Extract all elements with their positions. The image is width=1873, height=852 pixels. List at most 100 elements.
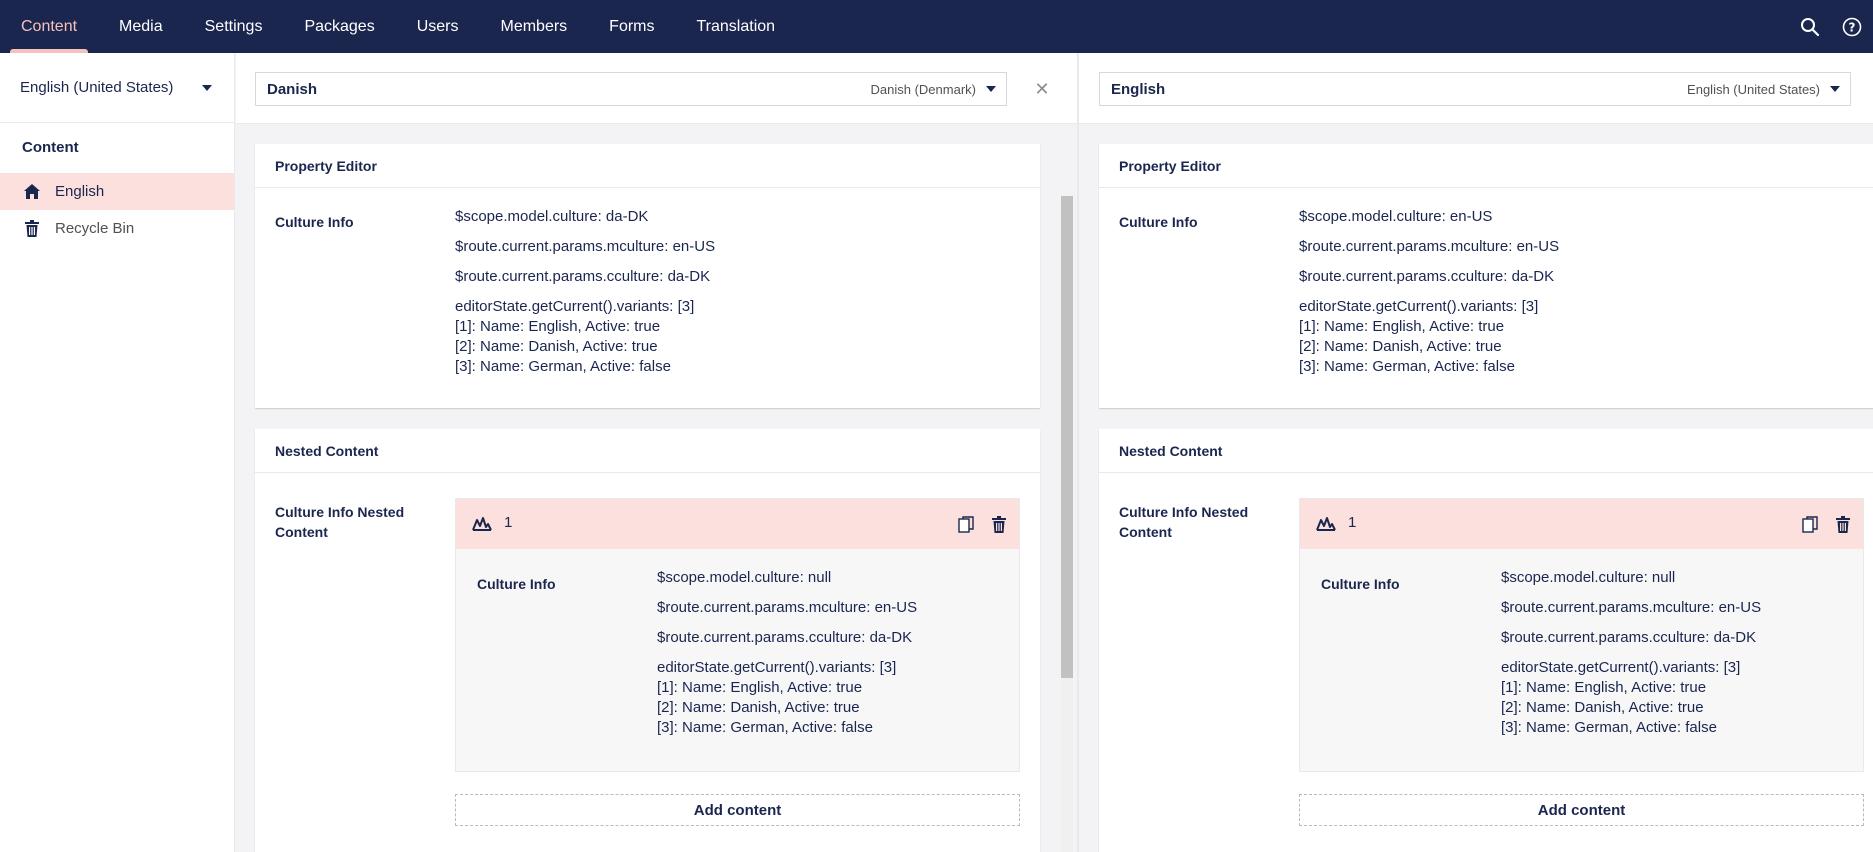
add-content-button[interactable]: Add content	[455, 794, 1020, 826]
property-label: Culture Info	[275, 214, 354, 230]
nav-members[interactable]: Members	[479, 0, 588, 53]
value-line: editorState.getCurrent().variants: [3]	[1299, 298, 1539, 315]
tree-item-recycle-bin[interactable]: Recycle Bin	[0, 210, 234, 247]
variant-culture: English (United States)	[1687, 81, 1820, 97]
property-label: Culture Info	[477, 576, 556, 592]
trash-icon	[22, 219, 42, 239]
value-line: [1]: Name: English, Active: true	[1501, 679, 1707, 696]
value-line: $route.current.params.cculture: da-DK	[1501, 629, 1757, 646]
group-title: Nested Content	[255, 429, 1040, 473]
property-editor-group: Property Editor Culture Info $scope.mode…	[255, 144, 1040, 408]
pane-header-left: Danish Danish (Denmark) ✕	[236, 53, 1077, 124]
value-line: [3]: Name: German, Active: false	[455, 358, 671, 375]
nested-item-header[interactable]: 1	[456, 499, 1019, 549]
variant-culture-wrap: Danish (Denmark)	[871, 82, 996, 97]
value-line: [3]: Name: German, Active: false	[1299, 358, 1515, 375]
group-title: Property Editor	[255, 144, 1040, 188]
help-icon[interactable]: ?	[1831, 0, 1873, 53]
value-line: [2]: Name: Danish, Active: true	[1299, 338, 1502, 355]
trash-icon[interactable]	[1833, 514, 1853, 534]
add-content-button[interactable]: Add content	[1299, 794, 1864, 826]
group-title: Property Editor	[1099, 144, 1873, 188]
value-line: [2]: Name: Danish, Active: true	[1501, 699, 1704, 716]
element-type-icon	[472, 515, 492, 533]
editor-pane-right: English English (United States) Property…	[1079, 53, 1873, 852]
sidebar: English (United States) Content English …	[0, 53, 235, 852]
culture-info-values: $scope.model.culture: en-US $route.curre…	[1299, 207, 1559, 377]
pane-body-left: Property Editor Culture Info $scope.mode…	[236, 124, 1077, 852]
value-line: [1]: Name: English, Active: true	[1299, 318, 1505, 335]
value-line: [3]: Name: German, Active: false	[1501, 719, 1717, 736]
language-selector[interactable]: English (United States)	[0, 53, 234, 123]
nested-content-group: Nested Content Culture Info Nested Conte…	[1099, 429, 1873, 852]
property-label: Culture Info	[1119, 214, 1198, 230]
value-line: $route.current.params.mculture: en-US	[1501, 599, 1762, 616]
value-line: editorState.getCurrent().variants: [3]	[657, 659, 897, 676]
culture-info-values: $scope.model.culture: null $route.curren…	[1501, 568, 1761, 738]
variant-culture: Danish (Denmark)	[870, 81, 976, 97]
variant-switcher-right[interactable]: English English (United States)	[1099, 72, 1851, 106]
nested-content-group: Nested Content Culture Info Nested Conte…	[255, 429, 1040, 852]
scrollbar[interactable]	[1061, 196, 1073, 852]
culture-info-values: $scope.model.culture: da-DK $route.curre…	[455, 207, 715, 377]
top-navigation-bar: Content Media Settings Packages Users Me…	[0, 0, 1873, 53]
value-line: $route.current.params.cculture: da-DK	[455, 268, 711, 285]
nav-users[interactable]: Users	[396, 0, 480, 53]
property-editor-group: Property Editor Culture Info $scope.mode…	[1099, 144, 1873, 408]
variant-culture-wrap: English (United States)	[1687, 82, 1840, 97]
caret-down-icon	[986, 86, 996, 92]
value-line: $route.current.params.cculture: da-DK	[657, 629, 913, 646]
value-line: [2]: Name: Danish, Active: true	[657, 699, 860, 716]
property-label-line: Content	[275, 524, 328, 540]
value-line: editorState.getCurrent().variants: [3]	[455, 298, 695, 315]
tree-item-label: English	[55, 183, 105, 200]
scrollbar-thumb[interactable]	[1061, 196, 1073, 678]
editor-pane-left: Danish Danish (Denmark) ✕ Property Edito…	[236, 53, 1077, 852]
nested-item-header[interactable]: 1	[1300, 499, 1863, 549]
language-selector-label: English (United States)	[20, 79, 174, 96]
value-line: $scope.model.culture: da-DK	[455, 208, 649, 225]
nested-content-item: 1 Culture Info $scope.model.culture: nul…	[1299, 498, 1864, 772]
value-line: [3]: Name: German, Active: false	[657, 719, 873, 736]
nav-content[interactable]: Content	[0, 0, 98, 53]
nav-forms[interactable]: Forms	[588, 0, 675, 53]
nested-item-title: 1	[1348, 514, 1357, 531]
caret-down-icon	[202, 84, 212, 91]
section-nav: Content Media Settings Packages Users Me…	[0, 0, 796, 53]
group-title: Nested Content	[1099, 429, 1873, 473]
property-label: Culture Info Nested Content	[275, 502, 404, 542]
variant-switcher-left[interactable]: Danish Danish (Denmark)	[255, 72, 1007, 106]
property-label: Culture Info Nested Content	[1119, 502, 1248, 542]
property-label-line: Culture Info Nested	[275, 504, 405, 520]
element-type-icon	[1316, 515, 1336, 533]
variant-name: English	[1111, 80, 1166, 98]
tree-item-label: Recycle Bin	[55, 220, 135, 237]
value-line: [2]: Name: Danish, Active: true	[455, 338, 658, 355]
copy-icon[interactable]	[956, 514, 976, 534]
property-label-line: Content	[1119, 524, 1172, 540]
property-label: Culture Info	[1321, 576, 1400, 592]
value-line: $route.current.params.mculture: en-US	[455, 238, 716, 255]
culture-info-values: $scope.model.culture: null $route.curren…	[657, 568, 917, 738]
tree-item-english[interactable]: English	[0, 173, 234, 210]
home-icon	[22, 182, 42, 202]
svg-text:?: ?	[1849, 20, 1856, 34]
value-line: editorState.getCurrent().variants: [3]	[1501, 659, 1741, 676]
value-line: $scope.model.culture: null	[657, 569, 832, 586]
nested-item-title: 1	[504, 514, 513, 531]
value-line: $scope.model.culture: null	[1501, 569, 1676, 586]
nav-settings[interactable]: Settings	[184, 0, 284, 53]
close-split-icon[interactable]: ✕	[1033, 80, 1051, 98]
search-icon[interactable]	[1789, 0, 1831, 53]
nav-media[interactable]: Media	[98, 0, 184, 53]
value-line: $scope.model.culture: en-US	[1299, 208, 1493, 225]
caret-down-icon	[1830, 86, 1840, 92]
trash-icon[interactable]	[989, 514, 1009, 534]
nav-translation[interactable]: Translation	[676, 0, 797, 53]
copy-icon[interactable]	[1800, 514, 1820, 534]
value-line: $route.current.params.cculture: da-DK	[1299, 268, 1555, 285]
nav-packages[interactable]: Packages	[283, 0, 395, 53]
nested-content-item: 1 Culture Info $scope.model.culture: nul…	[455, 498, 1020, 772]
pane-body-right: Property Editor Culture Info $scope.mode…	[1079, 124, 1873, 852]
property-label-line: Culture Info Nested	[1119, 504, 1249, 520]
